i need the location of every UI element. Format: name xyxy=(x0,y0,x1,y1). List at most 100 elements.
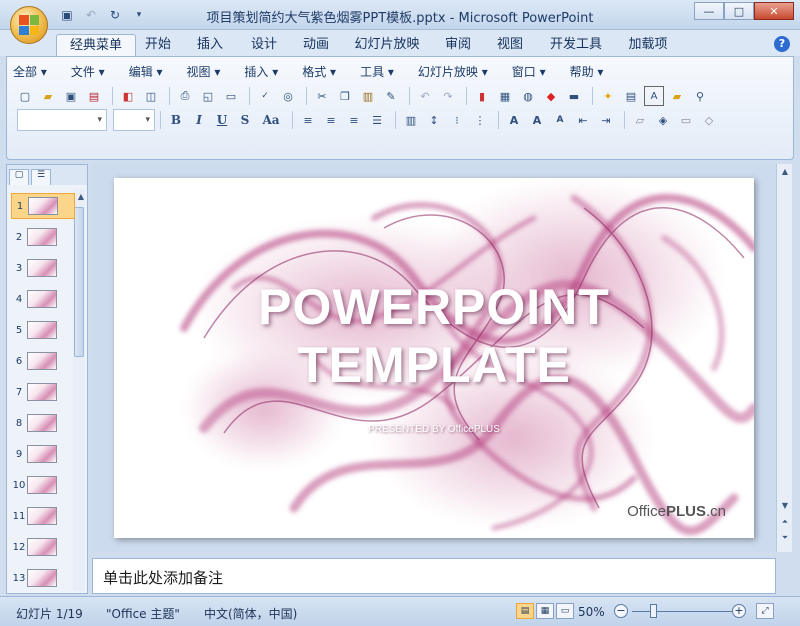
justify-icon[interactable]: ☰ xyxy=(367,110,387,130)
print-preview-icon[interactable]: ◱ xyxy=(198,86,218,106)
tab-view[interactable]: 视图 xyxy=(490,34,530,56)
menu-tools[interactable]: 工具 ▾ xyxy=(360,63,394,83)
menu-file[interactable]: 文件 ▾ xyxy=(71,63,105,83)
next-slide-icon[interactable]: ⏷ xyxy=(777,530,793,546)
menu-slideshow[interactable]: 幻灯片放映 ▾ xyxy=(418,63,488,83)
slide-thumbnail[interactable]: 3 xyxy=(11,255,75,281)
notes-placeholder[interactable]: 单击此处添加备注 xyxy=(103,567,223,588)
align-left-icon[interactable]: ≡ xyxy=(298,110,318,130)
zoom-level[interactable]: 50% xyxy=(578,605,605,619)
normal-view-icon[interactable]: ▤ xyxy=(516,603,534,619)
minimize-button[interactable]: — xyxy=(694,2,724,20)
current-slide[interactable]: POWERPOINT TEMPLATE PRESENTED BY OfficeP… xyxy=(114,178,754,538)
slide-thumbnail[interactable]: 4 xyxy=(11,286,75,312)
theme-name[interactable]: "Office 主题" xyxy=(106,605,180,622)
grow-font-icon[interactable]: A xyxy=(527,110,547,130)
spelling-icon[interactable]: ✓ xyxy=(255,86,275,106)
scroll-down-icon[interactable]: ▼ xyxy=(777,498,793,514)
shrink-font-icon[interactable]: A xyxy=(550,110,570,130)
previous-slide-icon[interactable]: ⏶ xyxy=(777,514,793,530)
arrange-icon[interactable]: ◈ xyxy=(653,110,673,130)
save-icon[interactable]: ▣ xyxy=(61,86,81,106)
new-document-icon[interactable]: ▢ xyxy=(15,86,35,106)
slide-thumbnail[interactable]: 12 xyxy=(11,534,75,560)
redo-icon[interactable]: ↷ xyxy=(438,86,458,106)
undo-icon[interactable]: ↶ xyxy=(415,86,435,106)
quick-styles-icon[interactable]: ▭ xyxy=(676,110,696,130)
format-painter-icon[interactable]: ✎ xyxy=(381,86,401,106)
tab-home[interactable]: 开始 xyxy=(138,34,178,56)
find-icon[interactable]: ⚲ xyxy=(690,86,710,106)
menu-all[interactable]: 全部 ▾ xyxy=(13,63,47,83)
align-right-icon[interactable]: ≡ xyxy=(344,110,364,130)
print-icon[interactable]: ⎙ xyxy=(175,86,195,106)
tab-animation[interactable]: 动画 xyxy=(296,34,336,56)
permission-icon[interactable]: ▤ xyxy=(84,86,104,106)
hyperlink-icon[interactable]: ◍ xyxy=(518,86,538,106)
slide-thumbnail[interactable]: 6 xyxy=(11,348,75,374)
copy-icon[interactable]: ❐ xyxy=(335,86,355,106)
font-name-combo[interactable]: ▾ xyxy=(17,109,107,131)
change-case-button[interactable]: Aa xyxy=(258,110,284,130)
zoom-out-icon[interactable]: − xyxy=(614,604,628,618)
slideshow-view-icon[interactable]: ▭ xyxy=(556,603,574,619)
tab-addins[interactable]: 加载项 xyxy=(622,34,674,56)
tab-classic-menu[interactable]: 经典菜单 xyxy=(56,34,136,56)
cut-icon[interactable]: ✂ xyxy=(312,86,332,106)
tab-review[interactable]: 审阅 xyxy=(438,34,478,56)
office-button[interactable] xyxy=(10,6,48,44)
export-pdf-icon[interactable]: ◧ xyxy=(118,86,138,106)
text-box-icon[interactable]: A xyxy=(644,86,664,106)
slide-thumbnail[interactable]: 5 xyxy=(11,317,75,343)
line-spacing-icon[interactable]: ↕ xyxy=(424,110,444,130)
font-color-icon[interactable]: A xyxy=(504,110,524,130)
bullets-icon[interactable]: ⁝ xyxy=(447,110,467,130)
scrollbar-thumb[interactable] xyxy=(74,207,84,357)
slide-thumbnail[interactable]: 7 xyxy=(11,379,75,405)
menu-format[interactable]: 格式 ▾ xyxy=(302,63,336,83)
numbering-icon[interactable]: ⋮ xyxy=(470,110,490,130)
close-button[interactable]: ✕ xyxy=(754,2,794,20)
fit-to-window-icon[interactable]: ⤢ xyxy=(756,603,774,619)
slide-thumbnail[interactable]: 8 xyxy=(11,410,75,436)
notes-pane[interactable]: 单击此处添加备注 xyxy=(92,558,776,594)
fill-color-icon[interactable]: ▬ xyxy=(564,86,584,106)
shape-outline-icon[interactable]: ◇ xyxy=(699,110,719,130)
increase-indent-icon[interactable]: ⇥ xyxy=(596,110,616,130)
slide-thumbnail[interactable]: 2 xyxy=(11,224,75,250)
slide-thumbnail[interactable]: 11 xyxy=(11,503,75,529)
layout-icon[interactable]: ▤ xyxy=(621,86,641,106)
menu-view[interactable]: 视图 ▾ xyxy=(187,63,221,83)
language-indicator[interactable]: 中文(简体，中国) xyxy=(204,605,297,622)
slide-thumbnail[interactable]: 10 xyxy=(11,472,75,498)
open-folder-icon[interactable]: ▰ xyxy=(38,86,58,106)
align-center-icon[interactable]: ≡ xyxy=(321,110,341,130)
shadow-button[interactable]: S xyxy=(235,110,255,130)
insert-chart-icon[interactable]: ▮ xyxy=(472,86,492,106)
open-icon[interactable]: ▰ xyxy=(667,86,687,106)
slide-scrollbar[interactable]: ▲ ▼ ⏶ ⏷ xyxy=(776,164,792,552)
screen-icon[interactable]: ▭ xyxy=(221,86,241,106)
bold-button[interactable]: B xyxy=(166,110,186,130)
attach-icon[interactable]: ◫ xyxy=(141,86,161,106)
menu-help[interactable]: 帮助 ▾ xyxy=(570,63,604,83)
menu-insert[interactable]: 插入 ▾ xyxy=(244,63,278,83)
italic-button[interactable]: I xyxy=(189,110,209,130)
slide-thumbnail[interactable]: 9 xyxy=(11,441,75,467)
columns-icon[interactable]: ▥ xyxy=(401,110,421,130)
menu-edit[interactable]: 编辑 ▾ xyxy=(129,63,163,83)
help-icon[interactable]: ? xyxy=(774,36,790,52)
new-slide-icon[interactable]: ✦ xyxy=(598,86,618,106)
underline-button[interactable]: U xyxy=(212,110,232,130)
zoom-in-icon[interactable]: + xyxy=(732,604,746,618)
paste-icon[interactable]: ▥ xyxy=(358,86,378,106)
scroll-up-icon[interactable]: ▲ xyxy=(73,189,89,205)
zoom-slider-thumb[interactable] xyxy=(650,604,657,618)
tab-design[interactable]: 设计 xyxy=(244,34,284,56)
slides-tab[interactable]: ▢ xyxy=(9,169,29,185)
menu-window[interactable]: 窗口 ▾ xyxy=(512,63,546,83)
color-picker-icon[interactable]: ◆ xyxy=(541,86,561,106)
tab-insert[interactable]: 插入 xyxy=(190,34,230,56)
shapes-icon[interactable]: ▱ xyxy=(630,110,650,130)
outline-tab[interactable]: ☰ xyxy=(31,169,51,185)
